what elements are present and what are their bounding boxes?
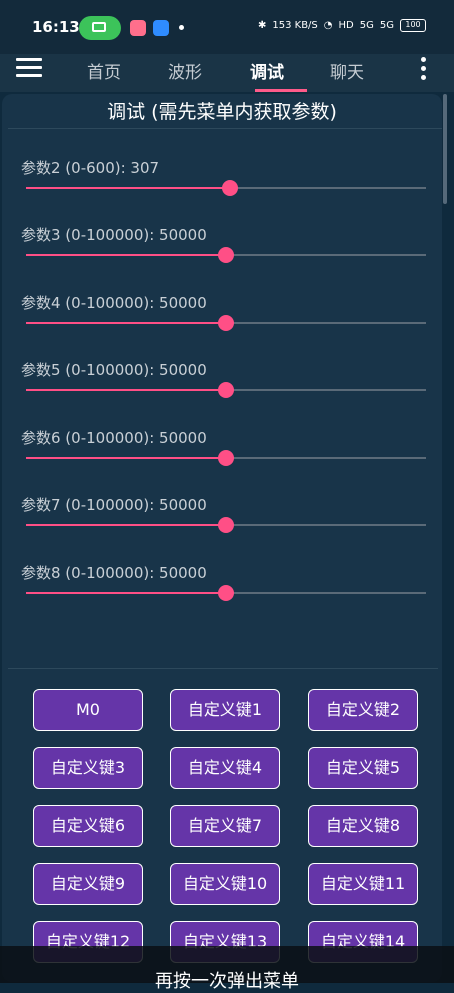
param-slider[interactable] [26, 314, 426, 331]
card-title: 调试 (需先菜单内获取参数) [107, 101, 337, 123]
slider-thumb[interactable] [218, 382, 234, 398]
m0-button[interactable]: M0 [33, 689, 143, 731]
slider-fill [26, 524, 226, 526]
active-tab-indicator [255, 89, 307, 92]
param-row: 参数4 (0-100000): 50000 [8, 292, 438, 356]
app-notification-icon-2 [153, 20, 169, 36]
slider-thumb[interactable] [218, 449, 234, 466]
more-notifications-dot [179, 25, 184, 30]
custom-key-button[interactable]: 自定义键5 [308, 747, 418, 789]
toast-text: 再按一次弹出菜单 [155, 971, 299, 992]
slider-fill [26, 389, 226, 391]
param-list[interactable]: 参数1 (0-600): 300 参数2 (0-600): 307 参数3 (0-1… [8, 142, 438, 662]
param-row: 参数8 (0-100000): 50000 [8, 562, 438, 626]
slider-fill [26, 254, 226, 256]
slider-fill [26, 321, 226, 324]
param-slider[interactable] [26, 382, 426, 398]
scrollbar[interactable] [443, 94, 447, 204]
param-row: 参数7 (0-100000): 50000 [8, 494, 438, 558]
tab-waveform[interactable]: 波形 [168, 58, 202, 83]
status-icons: ✱ 153 KB/S ◔ HD 5G 5G 100 [258, 19, 426, 32]
slider-thumb[interactable] [218, 247, 234, 263]
status-bar: 16:13 ✱ 153 KB/S ◔ HD 5G 5G 100 [0, 0, 454, 54]
param-row: 参数5 (0-100000): 50000 [8, 359, 438, 423]
app-bar: 首页 波形 调试 聊天 [0, 54, 454, 92]
status-time: 16:13 [32, 18, 80, 36]
param-label: 参数6 (0-100000): 50000 [21, 428, 207, 447]
network-speed: 153 KB/S [272, 20, 318, 31]
param-row: 参数6 (0-100000): 50000 [8, 427, 438, 491]
slider-fill [26, 186, 230, 189]
title-divider [8, 128, 442, 129]
custom-key-button[interactable]: 自定义键2 [308, 689, 418, 731]
param-label: 参数2 (0-600): 307 [21, 158, 160, 177]
param-slider[interactable] [26, 179, 426, 196]
app-notification-icon [130, 20, 146, 36]
tab-home[interactable]: 首页 [87, 58, 121, 83]
slider-thumb[interactable] [218, 314, 234, 331]
slider-thumb[interactable] [218, 517, 234, 533]
slider-thumb[interactable] [218, 584, 234, 601]
param-label: 参数8 (0-100000): 50000 [21, 563, 207, 582]
param-label: 参数7 (0-100000): 50000 [21, 496, 207, 514]
custom-key-button[interactable]: 自定义键8 [308, 805, 418, 847]
screen-share-icon [79, 16, 121, 40]
section-divider [8, 668, 438, 669]
slider-fill [26, 591, 226, 594]
param-slider[interactable] [26, 247, 426, 263]
param-slider[interactable] [26, 584, 426, 601]
param-row: 参数2 (0-600): 307 [8, 157, 438, 221]
param-label: 参数4 (0-100000): 50000 [21, 293, 207, 312]
custom-key-button[interactable]: 自定义键3 [33, 747, 143, 789]
bluetooth-icon: ✱ [257, 20, 267, 31]
tab-chat[interactable]: 聊天 [330, 58, 364, 83]
signal-icon-1: 5G [359, 20, 374, 31]
param-slider[interactable] [26, 449, 426, 466]
custom-key-button[interactable]: 自定义键7 [170, 805, 280, 847]
tab-debug[interactable]: 调试 [250, 58, 284, 83]
custom-key-button[interactable]: 自定义键10 [170, 863, 280, 905]
param-label: 参数3 (0-100000): 50000 [21, 226, 207, 244]
custom-key-button[interactable]: 自定义键11 [308, 863, 418, 905]
toast: 再按一次弹出菜单 [0, 946, 454, 992]
param-row: 参数1 (0-600): 300 [8, 142, 438, 153]
slider-thumb[interactable] [222, 179, 238, 196]
custom-key-button[interactable]: 自定义键6 [33, 805, 143, 847]
custom-key-button[interactable]: 自定义键4 [170, 747, 280, 789]
param-slider[interactable] [26, 517, 426, 533]
param-row: 参数3 (0-100000): 50000 [8, 224, 438, 288]
more-options-icon[interactable] [420, 57, 428, 83]
param-label: 参数5 (0-100000): 50000 [21, 361, 207, 379]
custom-key-button[interactable]: 自定义键9 [33, 863, 143, 905]
wifi-icon: ◔ [323, 20, 333, 31]
menu-icon[interactable] [16, 58, 42, 78]
hd-icon: HD [338, 20, 354, 31]
battery-icon: 100 [400, 19, 426, 32]
custom-key-button[interactable]: 自定义键1 [170, 689, 280, 731]
signal-icon-2: 5G [379, 20, 394, 31]
slider-fill [26, 456, 226, 459]
